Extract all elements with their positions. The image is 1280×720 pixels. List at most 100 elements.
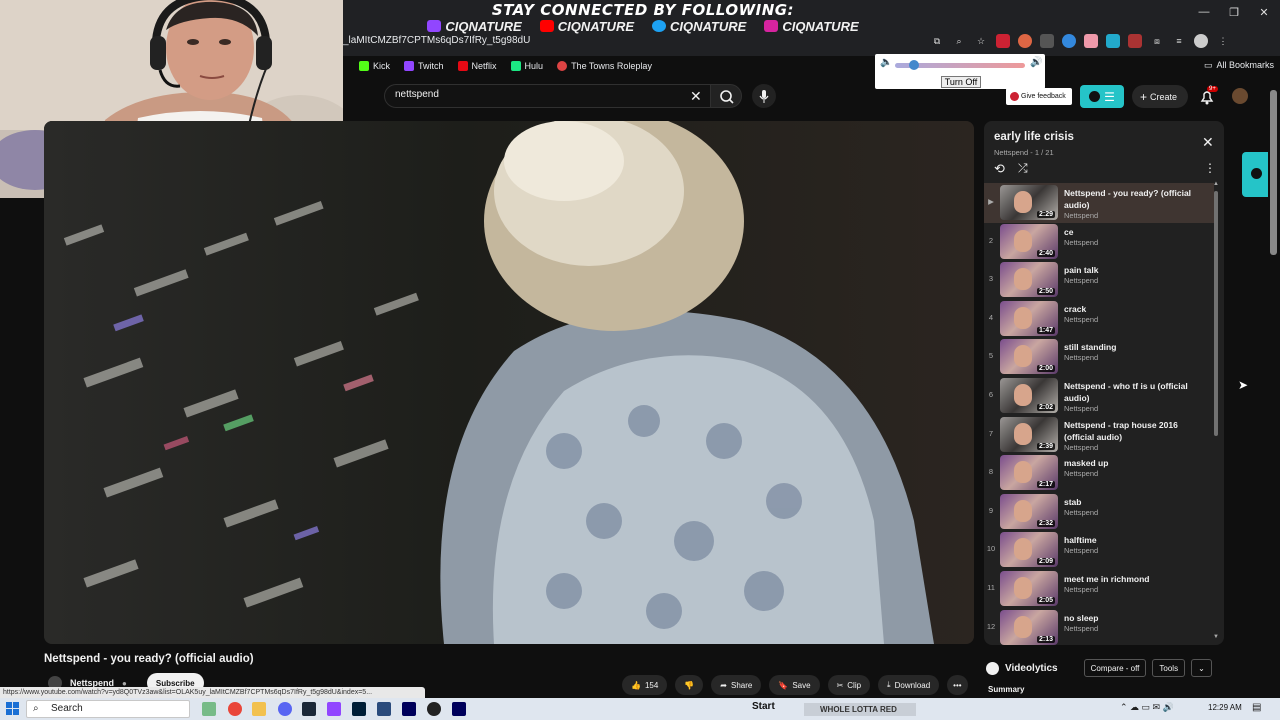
photoshop-icon[interactable]	[352, 702, 366, 716]
voice-search-button[interactable]	[752, 84, 776, 108]
ext-grey-icon[interactable]	[1040, 34, 1054, 48]
create-button[interactable]: + Create	[1132, 85, 1188, 108]
playlist-item-title[interactable]: stab	[1064, 496, 1194, 508]
playlist-item-title[interactable]: halftime	[1064, 534, 1194, 546]
save-button[interactable]: 🔖 Save	[769, 675, 820, 695]
bookmark-twitch[interactable]: Twitch	[404, 61, 444, 71]
playlist-item-thumbnail[interactable]: 2:40	[1000, 223, 1058, 259]
extensions-puzzle-icon[interactable]: ⧈	[1150, 34, 1164, 48]
playlist-item-thumbnail[interactable]: 2:00	[1000, 339, 1058, 375]
give-feedback-button[interactable]: Give feedback	[1006, 88, 1072, 105]
account-avatar[interactable]	[1232, 88, 1248, 104]
ext-red-icon[interactable]	[996, 34, 1010, 48]
playlist-item-title[interactable]: Nettspend - you ready? (official audio)	[1064, 187, 1194, 211]
chrome-menu-icon[interactable]: ⋮	[1216, 34, 1230, 48]
playlist-item[interactable]: ▶ 2:29 Nettspend - you ready? (official au…	[984, 183, 1214, 223]
cast-icon[interactable]: ⧉	[930, 34, 944, 48]
playlist-item-thumbnail[interactable]: 2:50	[1000, 262, 1058, 298]
playlist-item[interactable]: 9 2:32 stab Nettspend	[984, 492, 1214, 532]
like-button[interactable]: 👍 154	[622, 675, 668, 695]
video-player[interactable]	[44, 121, 974, 644]
download-button[interactable]: ⤓ Download	[878, 675, 940, 695]
playlist-item[interactable]: 5 2:00 still standing Nettspend	[984, 337, 1214, 377]
bookmark-star-icon[interactable]: ☆	[974, 34, 988, 48]
tools-dropdown[interactable]: Tools	[1152, 659, 1186, 677]
shuffle-icon[interactable]: ⤮	[1018, 161, 1028, 176]
app-v-icon[interactable]	[377, 702, 391, 716]
ext-pink-icon[interactable]	[1084, 34, 1098, 48]
notifications-icon[interactable]: ▤	[1252, 702, 1261, 713]
page-scrollbar[interactable]	[1270, 90, 1277, 255]
taskbar-search[interactable]: ⌕ Search	[26, 700, 190, 718]
compare-toggle[interactable]: Compare - off	[1083, 659, 1147, 677]
premiere-icon[interactable]	[402, 702, 416, 716]
playlist-item-title[interactable]: crack	[1064, 303, 1194, 315]
zoom-icon[interactable]: ⌕	[952, 34, 966, 48]
playlist-scrollbar[interactable]	[1214, 191, 1218, 436]
playlist-item[interactable]: 3 2:50 pain talk Nettspend	[984, 260, 1214, 300]
all-bookmarks[interactable]: ▭ All Bookmarks	[1204, 60, 1274, 71]
playlist-item-title[interactable]: pain talk	[1064, 264, 1194, 276]
playlist-item[interactable]: 2 2:40 ce Nettspend	[984, 222, 1214, 262]
chrome-icon[interactable]	[228, 702, 242, 716]
discord-icon[interactable]	[278, 702, 292, 716]
system-tray-icons[interactable]: ⌃ ☁ ▭ ✉ 🔊	[1120, 702, 1174, 713]
ext-teal-icon[interactable]	[1106, 34, 1120, 48]
playlist-item-thumbnail[interactable]: 2:05	[1000, 571, 1058, 606]
playlist-item[interactable]: 12 2:13 no sleep Nettspend	[984, 608, 1214, 645]
ext-counter-icon[interactable]	[1128, 34, 1142, 48]
restore-icon[interactable]: ❐	[1224, 6, 1244, 19]
ext-orange-icon[interactable]	[1018, 34, 1032, 48]
profile-icon[interactable]	[1194, 34, 1208, 48]
playlist-item-title[interactable]: masked up	[1064, 457, 1194, 469]
close-playlist-icon[interactable]: ✕	[1202, 134, 1214, 151]
scroll-up-icon[interactable]: ▲	[1213, 181, 1219, 187]
playlist-more-icon[interactable]: ⋮	[1204, 161, 1216, 175]
extension-side-tab[interactable]	[1242, 152, 1268, 197]
share-button[interactable]: ➦ Share	[711, 675, 762, 695]
scroll-down-icon[interactable]: ▼	[1213, 634, 1219, 640]
search-button[interactable]	[710, 84, 742, 108]
task-view-icon[interactable]	[202, 702, 216, 716]
volume-slider-handle[interactable]	[909, 60, 919, 70]
taskbar-clock[interactable]: 12:29 AM	[1208, 703, 1242, 712]
playlist-item-thumbnail[interactable]: 1:47	[1000, 300, 1058, 336]
playlist-item[interactable]: 8 2:17 masked up Nettspend	[984, 453, 1214, 493]
more-actions-button[interactable]: •••	[947, 675, 968, 695]
bookmark-kick[interactable]: Kick	[359, 61, 390, 71]
playlist-item-thumbnail[interactable]: 2:29	[1000, 185, 1058, 220]
playlist-item-thumbnail[interactable]: 2:09	[1000, 532, 1058, 568]
windows-start-icon[interactable]	[6, 702, 20, 716]
playlist-item-title[interactable]: Nettspend - trap house 2016 (official au…	[1064, 419, 1194, 443]
address-bar[interactable]: _laMItCMZBf7CPTMs6qDs7IfRy_t5g98dU	[343, 35, 923, 49]
dislike-button[interactable]: 👎	[675, 675, 704, 695]
playlist-item-title[interactable]: meet me in richmond	[1064, 573, 1194, 585]
playlist-item-thumbnail[interactable]: 2:39	[1000, 416, 1058, 452]
minimize-icon[interactable]: —	[1194, 6, 1214, 18]
clear-search-icon[interactable]: ✕	[690, 88, 702, 105]
playlist-item-thumbnail[interactable]: 2:17	[1000, 455, 1058, 491]
turn-off-button[interactable]: Turn Off	[941, 76, 981, 88]
playlist-item-thumbnail[interactable]: 2:32	[1000, 493, 1058, 529]
playlist-item-thumbnail[interactable]: 2:13	[1000, 609, 1058, 645]
ext-blue-icon[interactable]	[1062, 34, 1076, 48]
file-explorer-icon[interactable]	[252, 702, 266, 716]
playlist-item-title[interactable]: still standing	[1064, 341, 1194, 353]
steam-icon[interactable]	[302, 702, 316, 716]
playlist-item[interactable]: 11 2:05 meet me in richmond Nettspend	[984, 569, 1214, 609]
playlist-item-thumbnail[interactable]: 2:02	[1000, 378, 1058, 413]
bookmark-towns-roleplay[interactable]: The Towns Roleplay	[557, 61, 652, 71]
expand-chevron-icon[interactable]: ⌄	[1191, 659, 1212, 677]
obs-icon[interactable]	[427, 702, 441, 716]
now-playing-widget[interactable]: WHOLE LOTTA RED	[804, 703, 916, 716]
start-text-button[interactable]: Start	[752, 701, 775, 712]
playlist-item-title[interactable]: ce	[1064, 226, 1194, 238]
bookmark-netflix[interactable]: Netflix	[457, 61, 497, 71]
search-input[interactable]	[395, 89, 685, 100]
playlist-title[interactable]: early life crisis	[994, 131, 1074, 143]
after-effects-icon[interactable]	[452, 702, 466, 716]
playlist-item-title[interactable]: no sleep	[1064, 612, 1194, 624]
playlist-item[interactable]: 4 1:47 crack Nettspend	[984, 299, 1214, 339]
playlist-item[interactable]: 10 2:09 halftime Nettspend	[984, 530, 1214, 570]
bookmark-hulu[interactable]: Hulu	[510, 61, 543, 71]
